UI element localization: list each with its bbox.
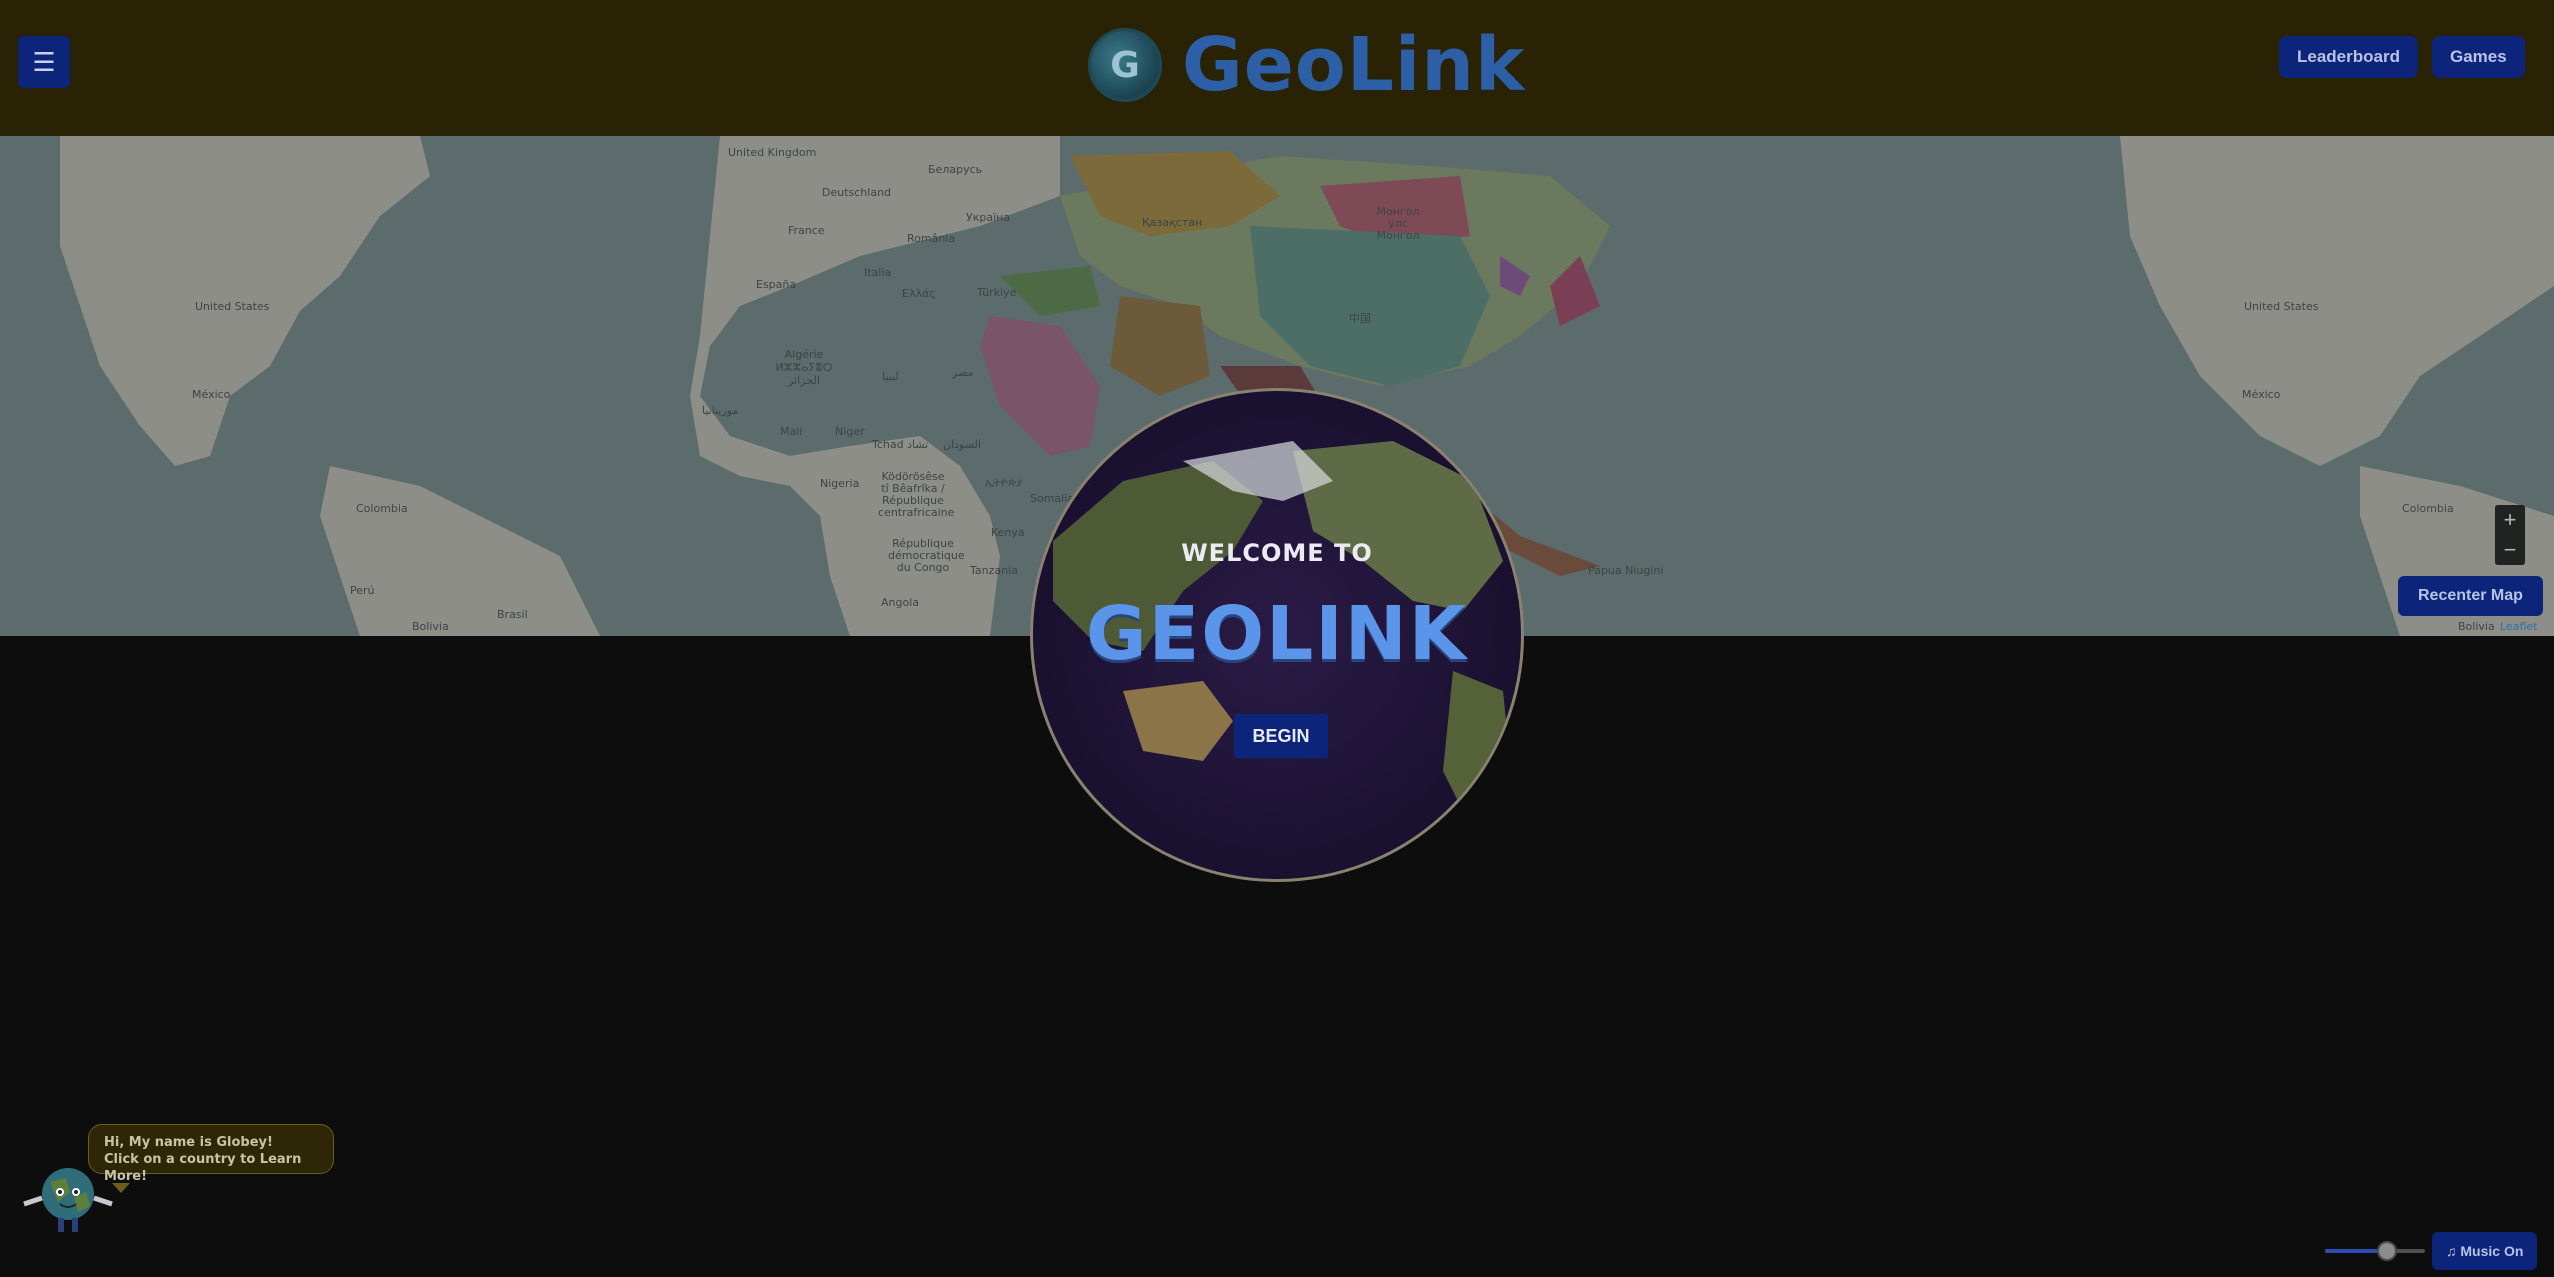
music-toggle-button[interactable]: ♫ Music On xyxy=(2432,1232,2538,1270)
music-note-icon: ♫ xyxy=(2446,1243,2457,1259)
zoom-in-button[interactable]: + xyxy=(2495,505,2525,535)
map-label: Tchad تشاد xyxy=(872,438,929,451)
map-label: Ködörösêse tî Bêafrîka / République cent… xyxy=(878,470,955,519)
begin-button[interactable]: BEGIN xyxy=(1234,714,1328,758)
map-label: Deutschland xyxy=(822,186,892,199)
map-label: Ελλάς xyxy=(902,287,936,300)
map-label: Беларусь xyxy=(928,163,983,176)
map-label: United States xyxy=(195,300,270,313)
map-label: Papua Niugini xyxy=(1588,564,1664,577)
volume-slider[interactable] xyxy=(2325,1241,2425,1261)
map-label: Tanzania xyxy=(970,564,1018,577)
slider-thumb[interactable] xyxy=(2377,1241,2397,1261)
logo-letter: G xyxy=(1110,44,1140,86)
welcome-globe: WELCOME TO GEOLINK BEGIN xyxy=(1030,388,1524,882)
zoom-out-button[interactable]: − xyxy=(2495,535,2525,565)
mascot-speech-bubble: Hi, My name is Globey! Click on a countr… xyxy=(88,1124,334,1184)
map-label: ليبيا xyxy=(882,370,899,383)
app-logo[interactable]: G GeoLink xyxy=(1088,28,1525,102)
map-label: Україна xyxy=(966,211,1011,224)
map-label: Brasil xyxy=(497,608,528,621)
map-label: Mali xyxy=(780,425,803,438)
map-label: México xyxy=(192,388,231,401)
map-label: Colombia xyxy=(356,502,408,515)
globe-logo-icon: G xyxy=(1088,28,1162,102)
map-label: مصر xyxy=(952,366,974,379)
map-label: موريتانيا xyxy=(702,404,739,417)
map-label: México xyxy=(2242,388,2281,401)
map-label: Монгол улс Монгол xyxy=(1376,205,1420,242)
zoom-control: + − xyxy=(2495,505,2525,565)
recenter-map-button[interactable]: Recenter Map xyxy=(2398,576,2543,616)
music-label: Music On xyxy=(2460,1243,2524,1259)
bubble-line-1: Hi, My name is Globey! xyxy=(104,1135,273,1150)
welcome-title: GEOLINK xyxy=(1085,591,1469,677)
map-label: République démocratique du Congo xyxy=(888,537,965,574)
map-label: España xyxy=(756,278,797,291)
logo-title: GeoLink xyxy=(1182,22,1526,108)
map-label: Italia xyxy=(864,266,892,279)
attribution-link[interactable]: Leaflet xyxy=(2500,620,2537,633)
leaderboard-button[interactable]: Leaderboard xyxy=(2279,36,2418,78)
map-label: Colombia xyxy=(2402,502,2454,515)
map-label: Algérie ⵍⵣⵣⴰⵢⴻⵔ الجزائر xyxy=(775,348,833,387)
bubble-line-2: Click on a country to Learn More! xyxy=(104,1152,302,1184)
top-header: ☰ G GeoLink Leaderboard Games xyxy=(0,0,2554,136)
map-label: România xyxy=(907,232,956,245)
menu-button[interactable]: ☰ xyxy=(18,36,70,88)
map-label: Perú xyxy=(350,584,375,597)
bubble-tail xyxy=(112,1183,130,1193)
map-label: Niger xyxy=(835,425,865,438)
map-label: ኢትዮጵያ xyxy=(985,476,1023,489)
map-label: France xyxy=(788,224,825,237)
map-label: Bolivia xyxy=(2458,620,2495,633)
map-label: United Kingdom xyxy=(728,146,817,159)
map-label: Angola xyxy=(881,596,920,609)
games-button[interactable]: Games xyxy=(2432,36,2525,78)
map-label: Nigeria xyxy=(820,477,860,490)
map-label: السودان xyxy=(943,438,981,451)
map-label: 中国 xyxy=(1349,312,1371,325)
map-label: Қазақстан xyxy=(1142,216,1203,229)
map-label: Türkiye xyxy=(977,286,1017,299)
hamburger-icon: ☰ xyxy=(32,46,56,77)
welcome-subtitle: WELCOME TO xyxy=(1181,539,1373,567)
map-label: Kenya xyxy=(991,526,1025,539)
map-label: United States xyxy=(2244,300,2319,313)
map-label: Bolivia xyxy=(412,620,449,633)
